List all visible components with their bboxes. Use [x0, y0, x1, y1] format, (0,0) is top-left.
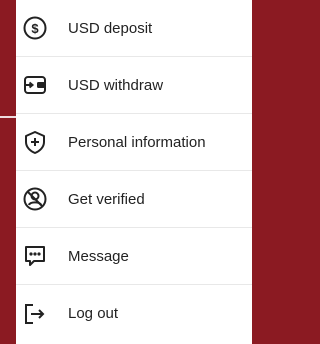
menu-item-label: USD withdraw	[68, 76, 164, 94]
message-dots-icon	[22, 243, 48, 269]
menu-item-label: USD deposit	[68, 19, 153, 37]
menu-item-message[interactable]: Message	[16, 228, 252, 285]
menu-item-personal-information[interactable]: Personal information	[16, 114, 252, 171]
logout-arrow-icon	[22, 301, 48, 327]
menu-item-log-out[interactable]: Log out	[16, 285, 252, 342]
menu-item-label: Log out	[68, 305, 119, 322]
dollar-circle-icon: $	[22, 15, 48, 41]
shield-plus-icon	[22, 129, 48, 155]
menu-item-label: Message	[68, 247, 129, 265]
menu-item-usd-deposit[interactable]: $ USD deposit	[16, 0, 252, 57]
verified-user-icon	[22, 186, 48, 212]
menu-item-usd-withdraw[interactable]: USD withdraw	[16, 57, 252, 114]
menu-item-label: Get verified	[68, 190, 145, 208]
svg-text:$: $	[31, 21, 39, 36]
connector-line	[0, 116, 16, 118]
account-menu: $ USD deposit USD withdraw Personal info…	[16, 0, 252, 344]
menu-item-label: Personal information	[68, 133, 206, 151]
menu-item-get-verified[interactable]: Get verified	[16, 171, 252, 228]
wallet-withdraw-icon	[22, 72, 48, 98]
